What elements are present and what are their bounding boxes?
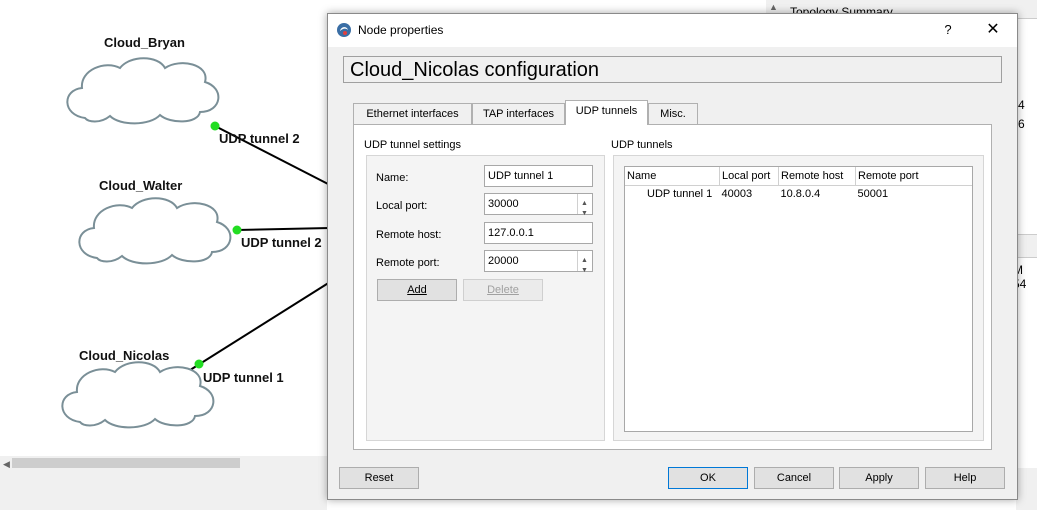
- column-header[interactable]: Name: [625, 167, 720, 186]
- settings-group-title: UDP tunnel settings: [364, 139, 462, 151]
- tunnels-table: Name Local port Remote host Remote port …: [625, 167, 972, 202]
- dialog-titlebar[interactable]: Node properties ? ✕: [328, 14, 1017, 47]
- status-area-right: [1016, 468, 1037, 510]
- add-button[interactable]: Add: [377, 279, 457, 301]
- delete-button-label: Delete: [487, 284, 519, 296]
- side-panel-header: [1016, 234, 1037, 258]
- link-label-bryan: UDP tunnel 2: [219, 131, 300, 146]
- tab-pane-udp-tunnels: UDP tunnel settings Name: UDP tunnel 1 L…: [353, 124, 992, 450]
- table-cell: UDP tunnel 1: [647, 188, 713, 200]
- tab-tap-interfaces[interactable]: TAP interfaces: [472, 103, 565, 124]
- link-walter[interactable]: [236, 227, 331, 231]
- dialog-title: Node properties: [358, 23, 444, 37]
- name-label: Name:: [376, 172, 409, 184]
- remote-port-label: Remote port:: [376, 257, 440, 269]
- tunnels-group: Name Local port Remote host Remote port …: [613, 155, 984, 441]
- help-button[interactable]: Help: [925, 467, 1005, 489]
- config-title: Cloud_Nicolas configuration: [343, 56, 1002, 83]
- local-port-label: Local port:: [376, 200, 428, 212]
- tab-ethernet-interfaces[interactable]: Ethernet interfaces: [353, 103, 472, 124]
- side-panel-strip: [1016, 40, 1037, 240]
- node-properties-dialog: Node properties ? ✕ Cloud_Nicolas config…: [327, 13, 1018, 500]
- settings-group: Name: UDP tunnel 1 Local port: 30000 ▲ ▼ …: [366, 155, 605, 441]
- cloud-bryan-icon[interactable]: [66, 57, 220, 125]
- table-header-row: Name Local port Remote host Remote port: [625, 167, 972, 186]
- local-port-value: 30000: [488, 198, 519, 210]
- remote-host-label: Remote host:: [376, 229, 442, 241]
- cloud-nicolas-icon[interactable]: [61, 361, 215, 429]
- scroll-up-icon[interactable]: ▲: [769, 2, 778, 12]
- remote-port-spinbox[interactable]: 20000 ▲ ▼: [484, 250, 593, 274]
- add-button-label: Add: [407, 284, 427, 296]
- column-header[interactable]: Local port: [719, 167, 779, 186]
- ok-button[interactable]: OK: [668, 467, 748, 489]
- local-port-spinbox[interactable]: 30000 ▲ ▼: [484, 193, 593, 217]
- column-header[interactable]: Remote port: [855, 167, 972, 186]
- delete-button[interactable]: Delete: [463, 279, 543, 301]
- column-header[interactable]: Remote host: [778, 167, 856, 186]
- remote-host-field[interactable]: 127.0.0.1: [484, 222, 593, 244]
- tunnels-group-title: UDP tunnels: [611, 139, 673, 151]
- side-panel-fragment: 4: [1018, 98, 1025, 112]
- reset-button[interactable]: Reset: [339, 467, 419, 489]
- table-cell: 10.8.0.4: [780, 188, 821, 200]
- app-icon: [337, 23, 351, 37]
- node-label-nicolas: Cloud_Nicolas: [79, 348, 170, 363]
- table-row[interactable]: UDP tunnel 1 40003 10.8.0.4 50001: [625, 186, 972, 203]
- node-label-bryan: Cloud_Bryan: [104, 35, 185, 50]
- side-panel-fragment: 6: [1018, 117, 1025, 131]
- remote-port-value: 20000: [488, 255, 519, 267]
- scroll-left-icon[interactable]: ◀: [3, 459, 10, 469]
- link-endpoint-icon: [232, 225, 242, 235]
- name-field[interactable]: UDP tunnel 1: [484, 165, 593, 187]
- link-endpoint-icon: [210, 121, 220, 131]
- cancel-button[interactable]: Cancel: [754, 467, 834, 489]
- apply-button[interactable]: Apply: [839, 467, 919, 489]
- table-cell: 40003: [721, 188, 753, 200]
- spin-arrows-icon[interactable]: ▲ ▼: [577, 251, 592, 274]
- close-icon[interactable]: ✕: [973, 19, 1013, 41]
- help-glyph-button[interactable]: ?: [928, 19, 968, 41]
- canvas-scrollbar-thumb[interactable]: [12, 458, 240, 468]
- spin-arrows-icon[interactable]: ▲ ▼: [577, 194, 592, 217]
- link-label-walter: UDP tunnel 2: [241, 235, 322, 250]
- link-endpoint-icon: [194, 359, 204, 369]
- tab-udp-tunnels[interactable]: UDP tunnels: [565, 100, 648, 125]
- cloud-walter-icon[interactable]: [78, 197, 232, 265]
- node-label-walter: Cloud_Walter: [99, 178, 183, 193]
- link-label-nicolas: UDP tunnel 1: [203, 370, 284, 385]
- tunnels-list[interactable]: Name Local port Remote host Remote port …: [624, 166, 973, 432]
- tab-misc[interactable]: Misc.: [648, 103, 698, 124]
- status-area: [0, 470, 327, 510]
- table-cell: 50001: [857, 188, 889, 200]
